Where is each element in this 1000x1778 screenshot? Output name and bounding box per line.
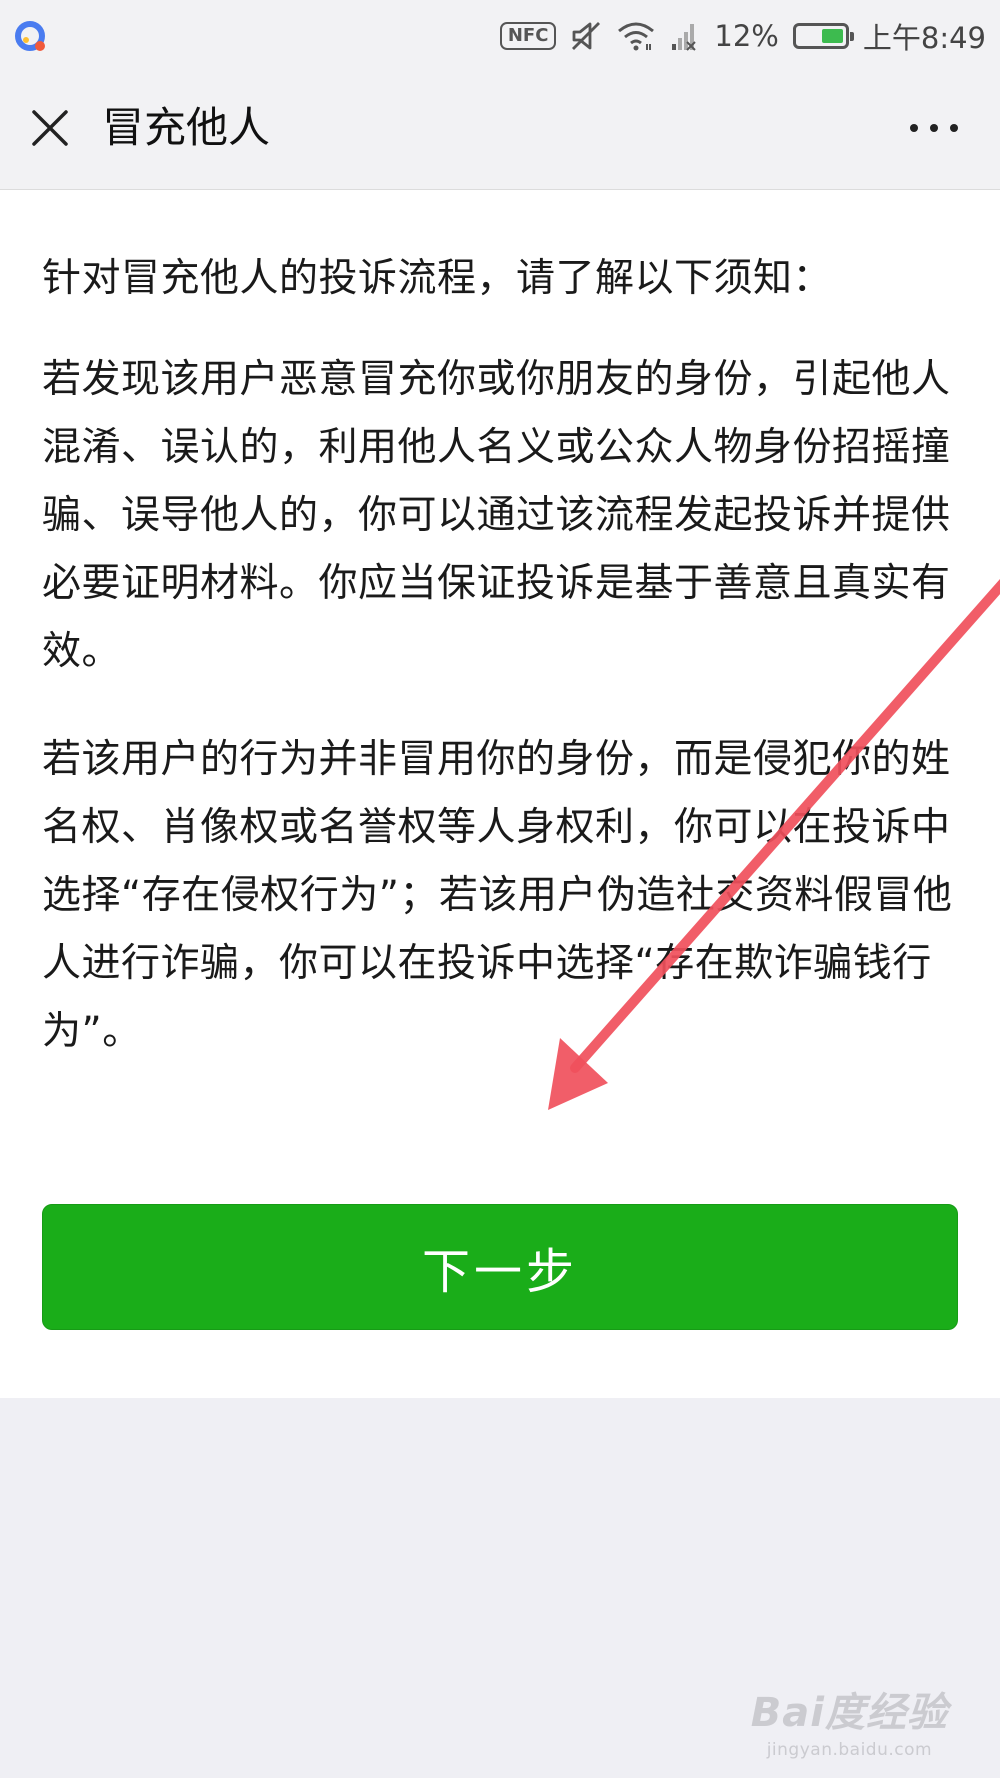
nfc-indicator: NFC	[499, 22, 557, 50]
instruction-paragraph-1: 若发现该用户恶意冒充你或你朋友的身份，引起他人混淆、误认的，利用他人名义或公众人…	[42, 357, 951, 674]
nav-bar: 冒充他人	[0, 72, 1000, 190]
next-step-button[interactable]: 下一步	[42, 1204, 958, 1330]
signal-icon	[672, 24, 697, 51]
page-title: 冒充他人	[102, 103, 271, 152]
close-icon[interactable]	[28, 106, 72, 150]
battery-percent: 12%	[714, 19, 779, 53]
intro-text: 针对冒充他人的投诉流程，请了解以下须知：	[42, 256, 833, 301]
instruction-paragraph-2: 若该用户的行为并非冒用你的身份，而是侵犯你的姓名权、肖像权或名誉权等人身权利，你…	[42, 737, 953, 1054]
battery-nub	[849, 32, 854, 41]
main-content: 针对冒充他人的投诉流程，请了解以下须知： 若发现该用户恶意冒充你或你朋友的身份，…	[0, 190, 1000, 1398]
battery-level	[821, 29, 843, 43]
status-bar: NFC 12% 上午8:49	[0, 0, 1000, 72]
wifi-icon	[618, 22, 655, 51]
more-icon[interactable]	[908, 116, 960, 140]
app-logo-icon	[15, 21, 45, 51]
watermark-url: jingyan.baidu.com	[766, 1740, 933, 1760]
watermark: Bai度经验 jingyan.baidu.com	[751, 1680, 948, 1760]
watermark-logo: Bai度经验	[750, 1690, 948, 1736]
mute-icon	[572, 22, 601, 50]
battery-icon	[792, 23, 854, 49]
clock: 上午8:49	[862, 21, 986, 55]
status-indicators: NFC 12% 上午8:49	[499, 14, 986, 58]
